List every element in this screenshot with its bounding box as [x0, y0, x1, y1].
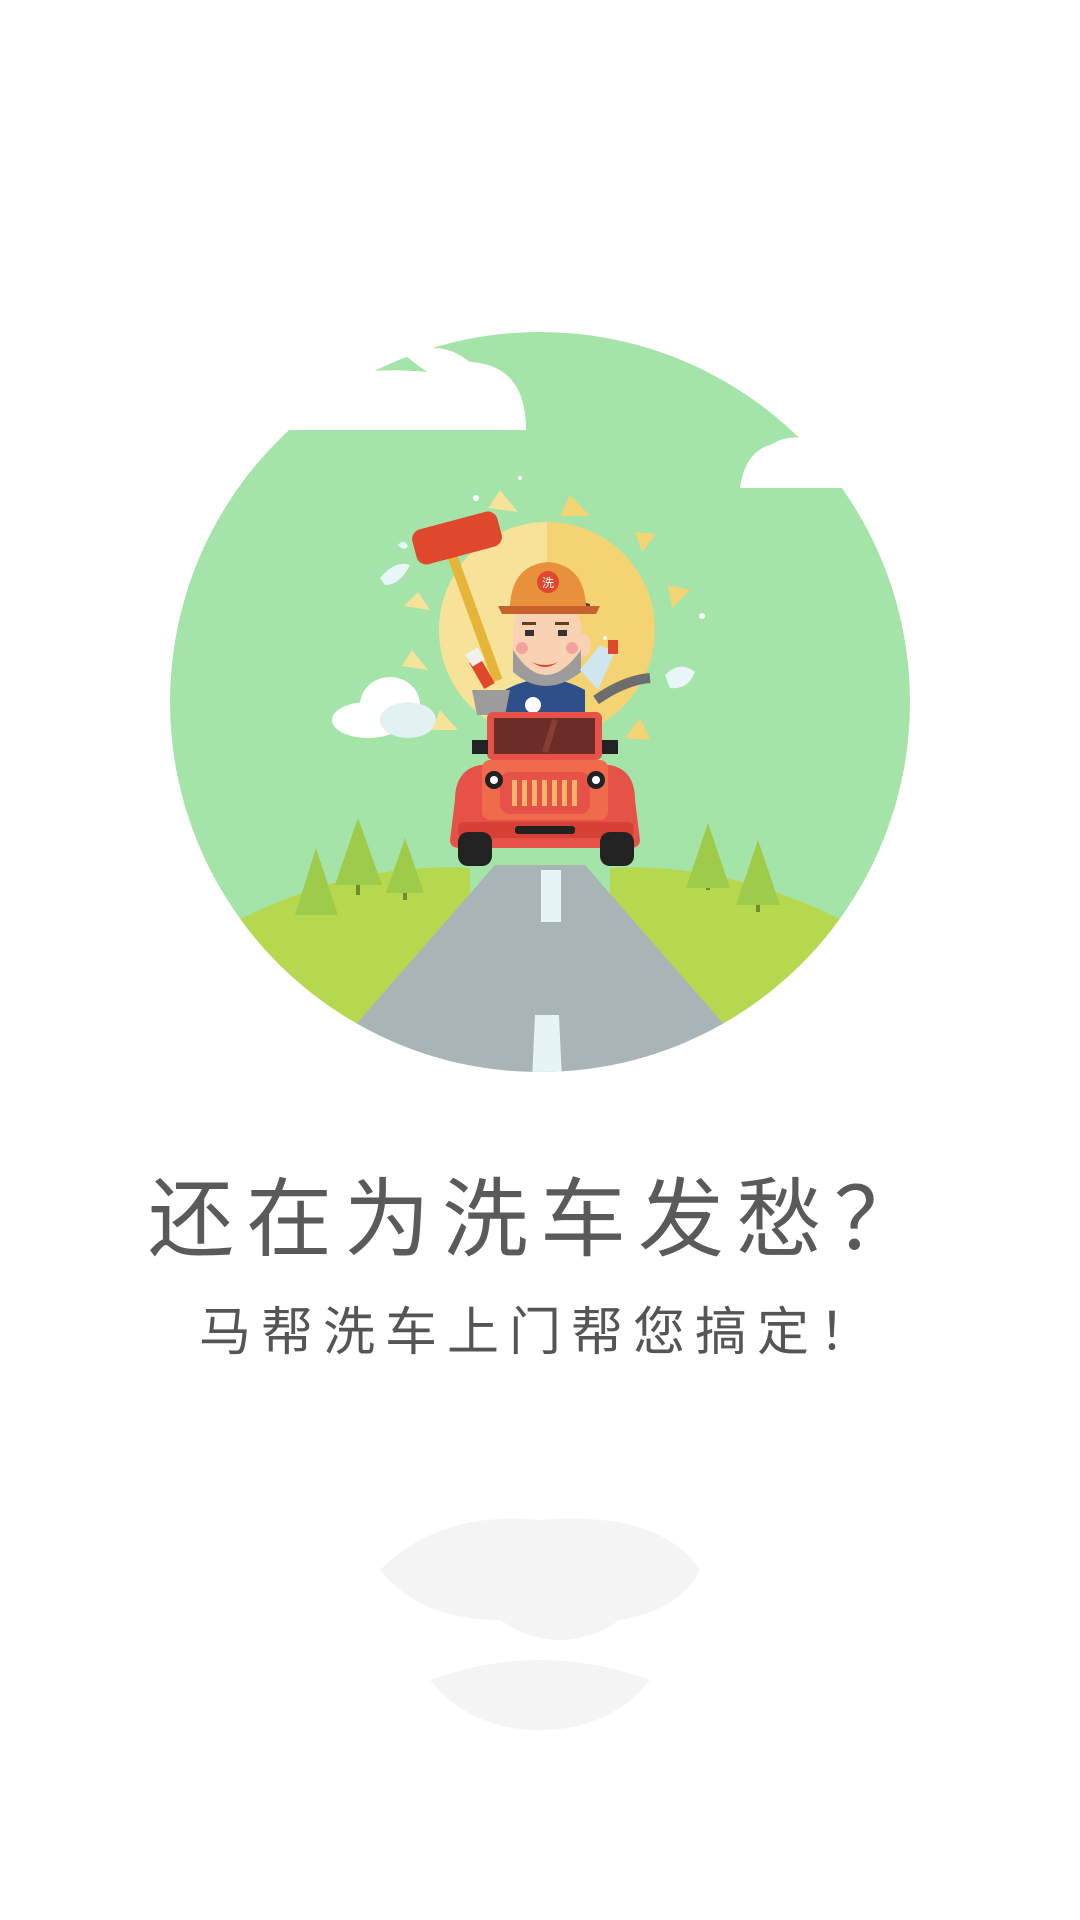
- subline: 马帮洗车上门帮您搞定！: [198, 1303, 881, 1363]
- mabang-logo-watermark: [360, 1490, 720, 1750]
- cap-badge: 洗: [542, 576, 554, 590]
- car-wash-illustration: 洗: [0, 0, 1080, 1100]
- road-marking-top: [541, 870, 561, 922]
- headline: 还在为洗车发愁？: [148, 1170, 932, 1270]
- road-marking-bottom: [532, 1015, 562, 1072]
